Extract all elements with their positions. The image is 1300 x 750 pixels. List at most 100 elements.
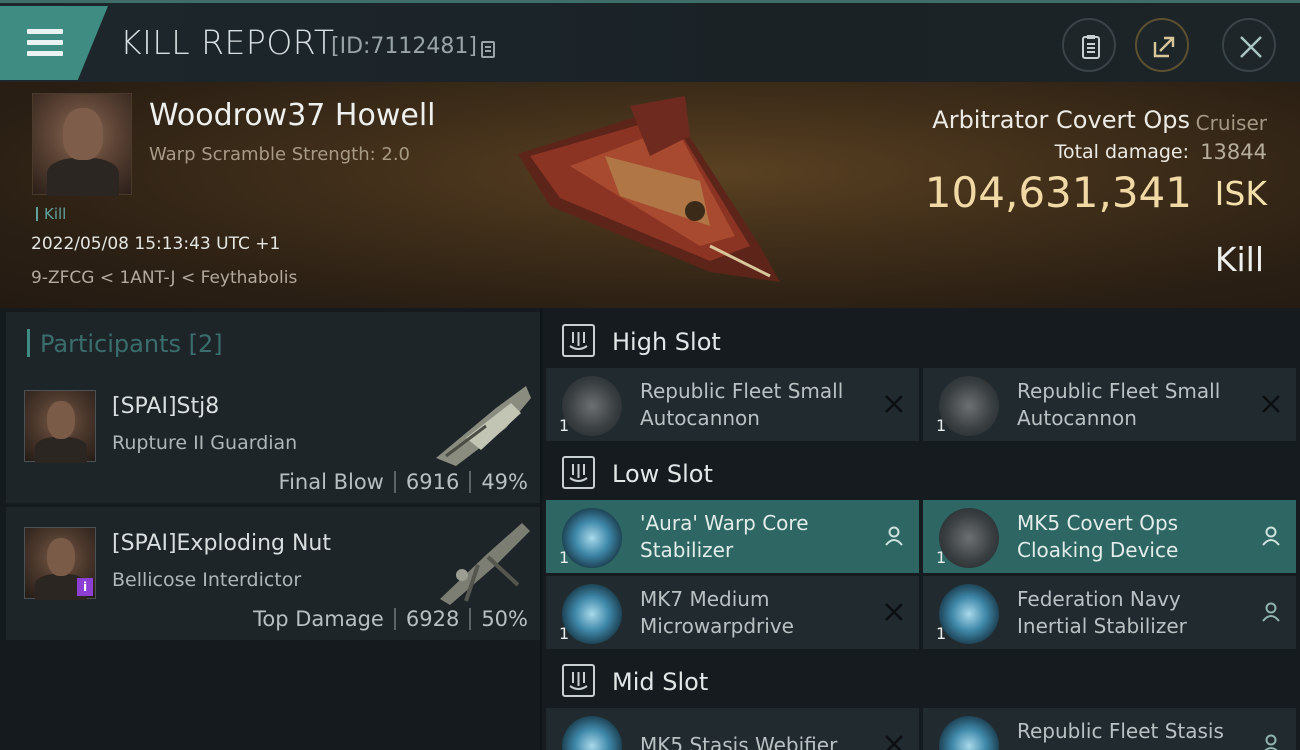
close-button[interactable] (1222, 18, 1276, 72)
low-slot-title: Low Slot (612, 460, 713, 488)
module-name: MK5 Stasis Webifier (640, 733, 838, 750)
fitting-panel: High Slot 1 Republic Fleet Small Autocan… (542, 308, 1300, 750)
high-slot-header: High Slot (542, 310, 1300, 370)
module-item[interactable]: 1 Republic Fleet Small Autocannon (546, 368, 919, 441)
victim-name[interactable]: Woodrow37 Howell (149, 98, 436, 133)
avatar[interactable] (24, 390, 96, 463)
module-item[interactable]: 1 MK5 Stasis Webifier (546, 708, 919, 750)
participant-stats: Final Blow 6916 49% (279, 470, 528, 494)
total-damage-value: 13844 (1200, 140, 1267, 164)
participant-role: Top Damage (253, 607, 384, 631)
mid-slot-header: Mid Slot (542, 650, 1300, 710)
participant-row[interactable]: i [SPAI]Exploding Nut Bellicose Interdic… (6, 507, 540, 642)
high-slot-icon (562, 324, 595, 357)
module-name: MK7 Medium Microwarpdrive (640, 587, 794, 638)
module-quantity: 1 (936, 548, 947, 567)
total-damage-label: Total damage: (1054, 141, 1189, 163)
participant-name: [SPAI]Stj8 (112, 394, 220, 419)
avatar[interactable]: i (24, 527, 96, 600)
header-bar: KILL REPORT [ID:7112481] (0, 0, 1300, 82)
module-quantity: 1 (936, 416, 947, 435)
report-id: [ID:7112481] (331, 34, 477, 59)
participant-role: Final Blow (278, 470, 384, 494)
participants-panel: Participants [2] [SPAI]Stj8 Rupture II G… (0, 308, 540, 750)
participant-ship: Rupture II Guardian (112, 432, 298, 454)
module-item[interactable]: 1 Republic Fleet Stasis (923, 708, 1296, 750)
module-name: Republic Fleet Stasis (1017, 719, 1224, 743)
portrait-torso (47, 158, 119, 196)
divider (393, 471, 396, 493)
participant-row[interactable]: [SPAI]Stj8 Rupture II Guardian Final Blo… (6, 370, 540, 505)
participants-label: Participants (40, 330, 181, 358)
clipboard-button[interactable] (1062, 18, 1116, 72)
participants-count: [2] (188, 330, 223, 358)
mid-slot-icon (562, 664, 595, 697)
victim-summary: Woodrow37 Howell Warp Scramble Strength:… (0, 82, 1300, 308)
participants-title: Participants [2] (40, 330, 223, 358)
module-name: 'Aura' Warp Core Stabilizer (640, 511, 809, 562)
menu-icon-bar (27, 51, 63, 56)
participant-percent: 49% (481, 470, 528, 494)
warp-core-stabilizer-icon (562, 508, 622, 568)
module-item[interactable]: 1 Federation Navy Inertial Stabilizer (923, 576, 1296, 649)
autocannon-icon (562, 376, 622, 436)
avatar-head (47, 538, 75, 576)
kill-timestamp: 2022/05/08 15:13:43 UTC +1 (31, 234, 281, 254)
participant-ship: Bellicose Interdictor (112, 569, 302, 591)
dropped-person-icon (1264, 734, 1278, 750)
kill-result: Kill (1214, 240, 1264, 279)
destroyed-icon (1262, 395, 1280, 413)
menu-button[interactable] (0, 6, 108, 80)
ship-render[interactable] (510, 96, 790, 288)
mid-slot-title: Mid Slot (612, 668, 709, 696)
participant-ship-render (440, 523, 530, 605)
module-name: MK5 Covert Ops Cloaking Device (1017, 511, 1179, 562)
kill-location[interactable]: 9-ZFCG < 1ANT-J < Feythabolis (31, 268, 297, 288)
participant-stats: Top Damage 6928 50% (253, 607, 528, 631)
ship-name[interactable]: Arbitrator Covert Ops (932, 106, 1190, 134)
header-accent (27, 329, 30, 357)
divider (393, 608, 396, 630)
dropped-person-icon (1262, 526, 1280, 546)
page-title: KILL REPORT (120, 23, 335, 62)
module-quantity: 1 (559, 548, 570, 567)
dropped-person-icon (1262, 602, 1280, 622)
participant-percent: 50% (481, 607, 528, 631)
participant-damage: 6916 (405, 470, 460, 494)
stasis-webifier-icon (562, 716, 622, 750)
destroyed-icon (885, 603, 903, 621)
module-item[interactable]: 1 MK7 Medium Microwarpdrive (546, 576, 919, 649)
high-slot-title: High Slot (612, 328, 721, 356)
destroyed-icon (885, 395, 903, 413)
microwarpdrive-icon (562, 584, 622, 644)
info-badge: i (77, 578, 93, 596)
victim-portrait[interactable] (32, 93, 132, 196)
participant-ship-render (436, 386, 531, 466)
avatar-head (47, 401, 75, 439)
participants-header: Participants [2] (6, 312, 540, 370)
destroyed-icon (885, 735, 903, 750)
isk-unit: ISK (1214, 174, 1267, 213)
copy-icon[interactable] (481, 41, 495, 58)
module-quantity: 1 (936, 624, 947, 643)
clipboard-icon (1082, 35, 1100, 59)
inertial-stabilizer-icon (939, 584, 999, 644)
module-name: Republic Fleet Small Autocannon (1017, 379, 1221, 430)
module-item[interactable]: 1 MK5 Covert Ops Cloaking Device (923, 500, 1296, 573)
portrait-head (63, 108, 103, 160)
module-item[interactable]: 1 Republic Fleet Small Autocannon (923, 368, 1296, 441)
avatar-torso (35, 437, 87, 463)
share-icon (1153, 36, 1175, 58)
module-quantity: 1 (559, 416, 570, 435)
isk-value: 104,631,341 (924, 168, 1192, 217)
menu-icon (27, 29, 63, 34)
share-button[interactable] (1135, 18, 1189, 72)
module-item[interactable]: 1 'Aura' Warp Core Stabilizer (546, 500, 919, 573)
module-quantity: 1 (559, 624, 570, 643)
warp-scramble-strength: Warp Scramble Strength: 2.0 (149, 144, 411, 165)
ship-class: Cruiser (1195, 111, 1267, 135)
cloaking-device-icon (939, 508, 999, 568)
divider (469, 608, 472, 630)
participant-name: [SPAI]Exploding Nut (112, 531, 331, 556)
autocannon-icon (939, 376, 999, 436)
